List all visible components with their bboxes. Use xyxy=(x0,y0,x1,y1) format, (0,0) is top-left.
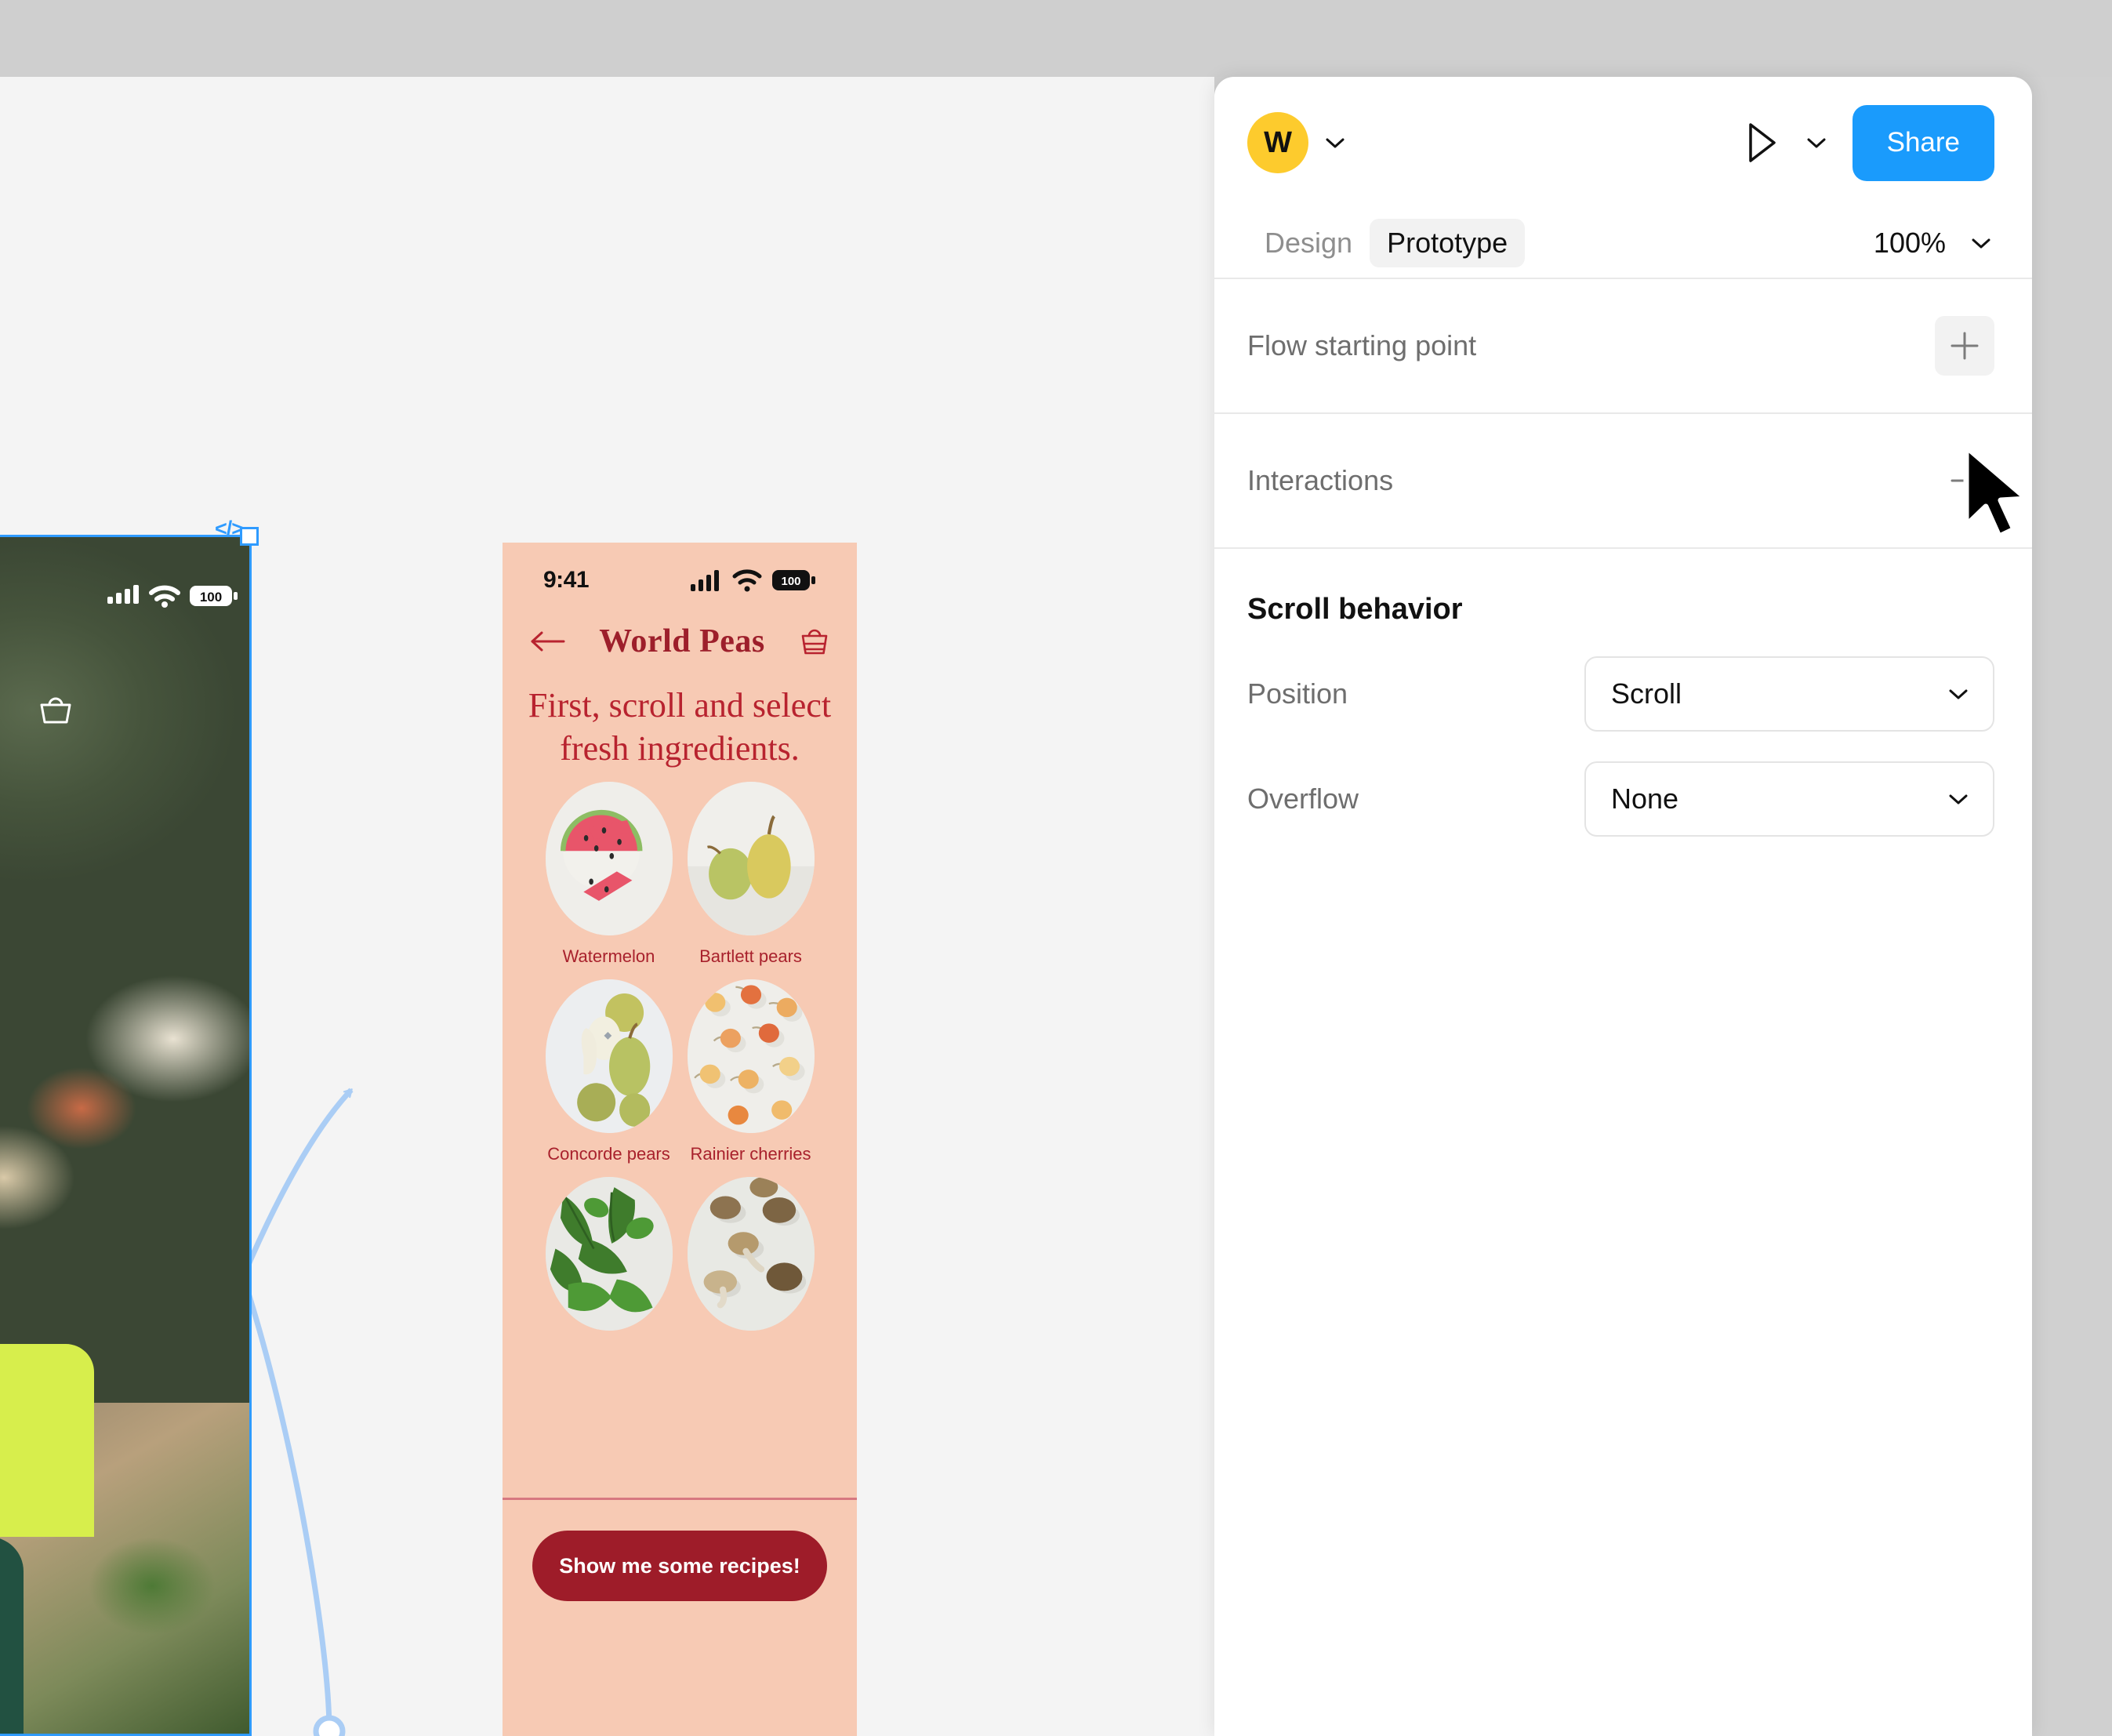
green-card-body: e ideas? ce! We’ve got hip up for xyxy=(0,1430,72,1520)
chevron-down-icon[interactable] xyxy=(1968,234,1994,252)
svg-text:100: 100 xyxy=(781,575,800,588)
zoom-level: 100% xyxy=(1873,227,1946,259)
overflow-label: Overflow xyxy=(1247,783,1359,815)
watermelon-image xyxy=(545,782,673,935)
rainier-cherries-image xyxy=(687,979,815,1133)
green-card-line-2: ce! We’ve got xyxy=(0,1460,72,1490)
frame-a[interactable]: 100 eas e e ideas? ce! We’ve got xyxy=(0,536,251,1736)
basket-icon[interactable] xyxy=(799,625,830,658)
battery-icon: 100 xyxy=(772,570,815,590)
ingredient-label: Watermelon xyxy=(562,946,655,966)
zoom-control[interactable]: 100% xyxy=(1874,227,1994,260)
ingredient-cell[interactable]: Rainier cherries xyxy=(684,979,818,1164)
position-select[interactable]: Scroll xyxy=(1584,656,1994,732)
frame-a-hero-photo xyxy=(0,536,251,1403)
status-time: 9:41 xyxy=(543,567,590,593)
window-chrome-bar xyxy=(0,0,2112,77)
position-value: Scroll xyxy=(1611,677,1682,710)
chevron-down-icon[interactable] xyxy=(1323,135,1348,151)
interactions-row: Interactions xyxy=(1214,414,2032,547)
overflow-field: Overflow None xyxy=(1214,761,2032,837)
chevron-down-icon[interactable] xyxy=(1804,135,1829,151)
app-root: </> 100 9:41 100 World Peas First, scrol… xyxy=(0,0,2112,1736)
flow-starting-point-row: Flow starting point xyxy=(1214,279,2032,412)
frame-b-brand: World Peas xyxy=(599,623,765,659)
panel-tabs: Design Prototype 100% xyxy=(1214,209,2032,278)
panel-header: W Share xyxy=(1214,77,2032,209)
frame-b-status-bar: 9:41 100 xyxy=(503,563,857,597)
add-flow-starting-point-button[interactable] xyxy=(1935,316,1994,376)
green-card-line-1: e ideas? xyxy=(0,1430,72,1460)
ingredient-cell[interactable] xyxy=(542,1177,676,1342)
chevron-down-icon xyxy=(1949,794,1968,804)
overflow-select[interactable]: None xyxy=(1584,761,1994,837)
mushrooms-image xyxy=(687,1177,815,1331)
frame-b-headline: First, scroll and select fresh ingredien… xyxy=(528,686,832,768)
tab-prototype[interactable]: Prototype xyxy=(1370,219,1526,267)
ingredient-label: Bartlett pears xyxy=(699,946,802,966)
frame-a-dark-strip: al xyxy=(0,1537,24,1736)
cellular-icon xyxy=(691,570,719,591)
interactions-label: Interactions xyxy=(1247,464,1394,496)
green-card-script-partial: e xyxy=(0,1364,72,1408)
plus-icon xyxy=(1951,332,1979,360)
ingredient-grid: Watermelon Bartlett pears Concorde pears… xyxy=(503,782,857,1342)
wifi-icon xyxy=(732,569,762,592)
arrow-left-icon[interactable] xyxy=(529,628,565,655)
flow-starting-point-label: Flow starting point xyxy=(1247,329,1477,361)
play-icon[interactable] xyxy=(1740,120,1780,165)
basket-icon[interactable] xyxy=(35,690,76,735)
frame-a-status-bar: 100 xyxy=(0,579,251,611)
leafy-greens-image xyxy=(545,1177,673,1331)
frame-b[interactable]: 9:41 100 World Peas First, scroll and se… xyxy=(503,543,857,1736)
svg-text:100: 100 xyxy=(200,590,222,605)
ingredient-cell[interactable]: Bartlett pears xyxy=(684,782,818,967)
selection-handle[interactable] xyxy=(240,527,259,546)
show-recipes-button[interactable]: Show me some recipes! xyxy=(532,1531,827,1601)
bartlett-pears-image xyxy=(687,782,815,935)
ingredient-cell[interactable]: Watermelon xyxy=(542,782,676,967)
scroll-behavior-title: Scroll behavior xyxy=(1247,593,1463,626)
frame-b-divider xyxy=(503,1498,857,1500)
overflow-value: None xyxy=(1611,783,1679,815)
ingredient-label: Concorde pears xyxy=(547,1144,670,1164)
position-label: Position xyxy=(1247,677,1348,710)
tab-design[interactable]: Design xyxy=(1247,219,1370,267)
add-interaction-button[interactable] xyxy=(1935,451,1994,510)
avatar[interactable]: W xyxy=(1247,112,1308,173)
plus-icon xyxy=(1951,467,1979,495)
chevron-down-icon xyxy=(1949,689,1968,699)
share-button[interactable]: Share xyxy=(1852,104,1994,181)
frame-a-green-card: e e ideas? ce! We’ve got hip up for xyxy=(0,1344,94,1537)
frame-b-nav-bar: World Peas xyxy=(503,618,857,665)
properties-panel: W Share Design Prototype 100% Flow start… xyxy=(1214,77,2032,1736)
position-field: Position Scroll xyxy=(1214,656,2032,732)
design-canvas[interactable]: </> 100 9:41 100 World Peas First, scrol… xyxy=(0,77,1214,1736)
green-card-line-3: hip up for xyxy=(0,1491,72,1520)
ingredient-cell[interactable]: Concorde pears xyxy=(542,979,676,1164)
ingredient-label: Rainier cherries xyxy=(690,1144,811,1164)
ingredient-cell[interactable] xyxy=(684,1177,818,1342)
concorde-pears-image xyxy=(545,979,673,1133)
